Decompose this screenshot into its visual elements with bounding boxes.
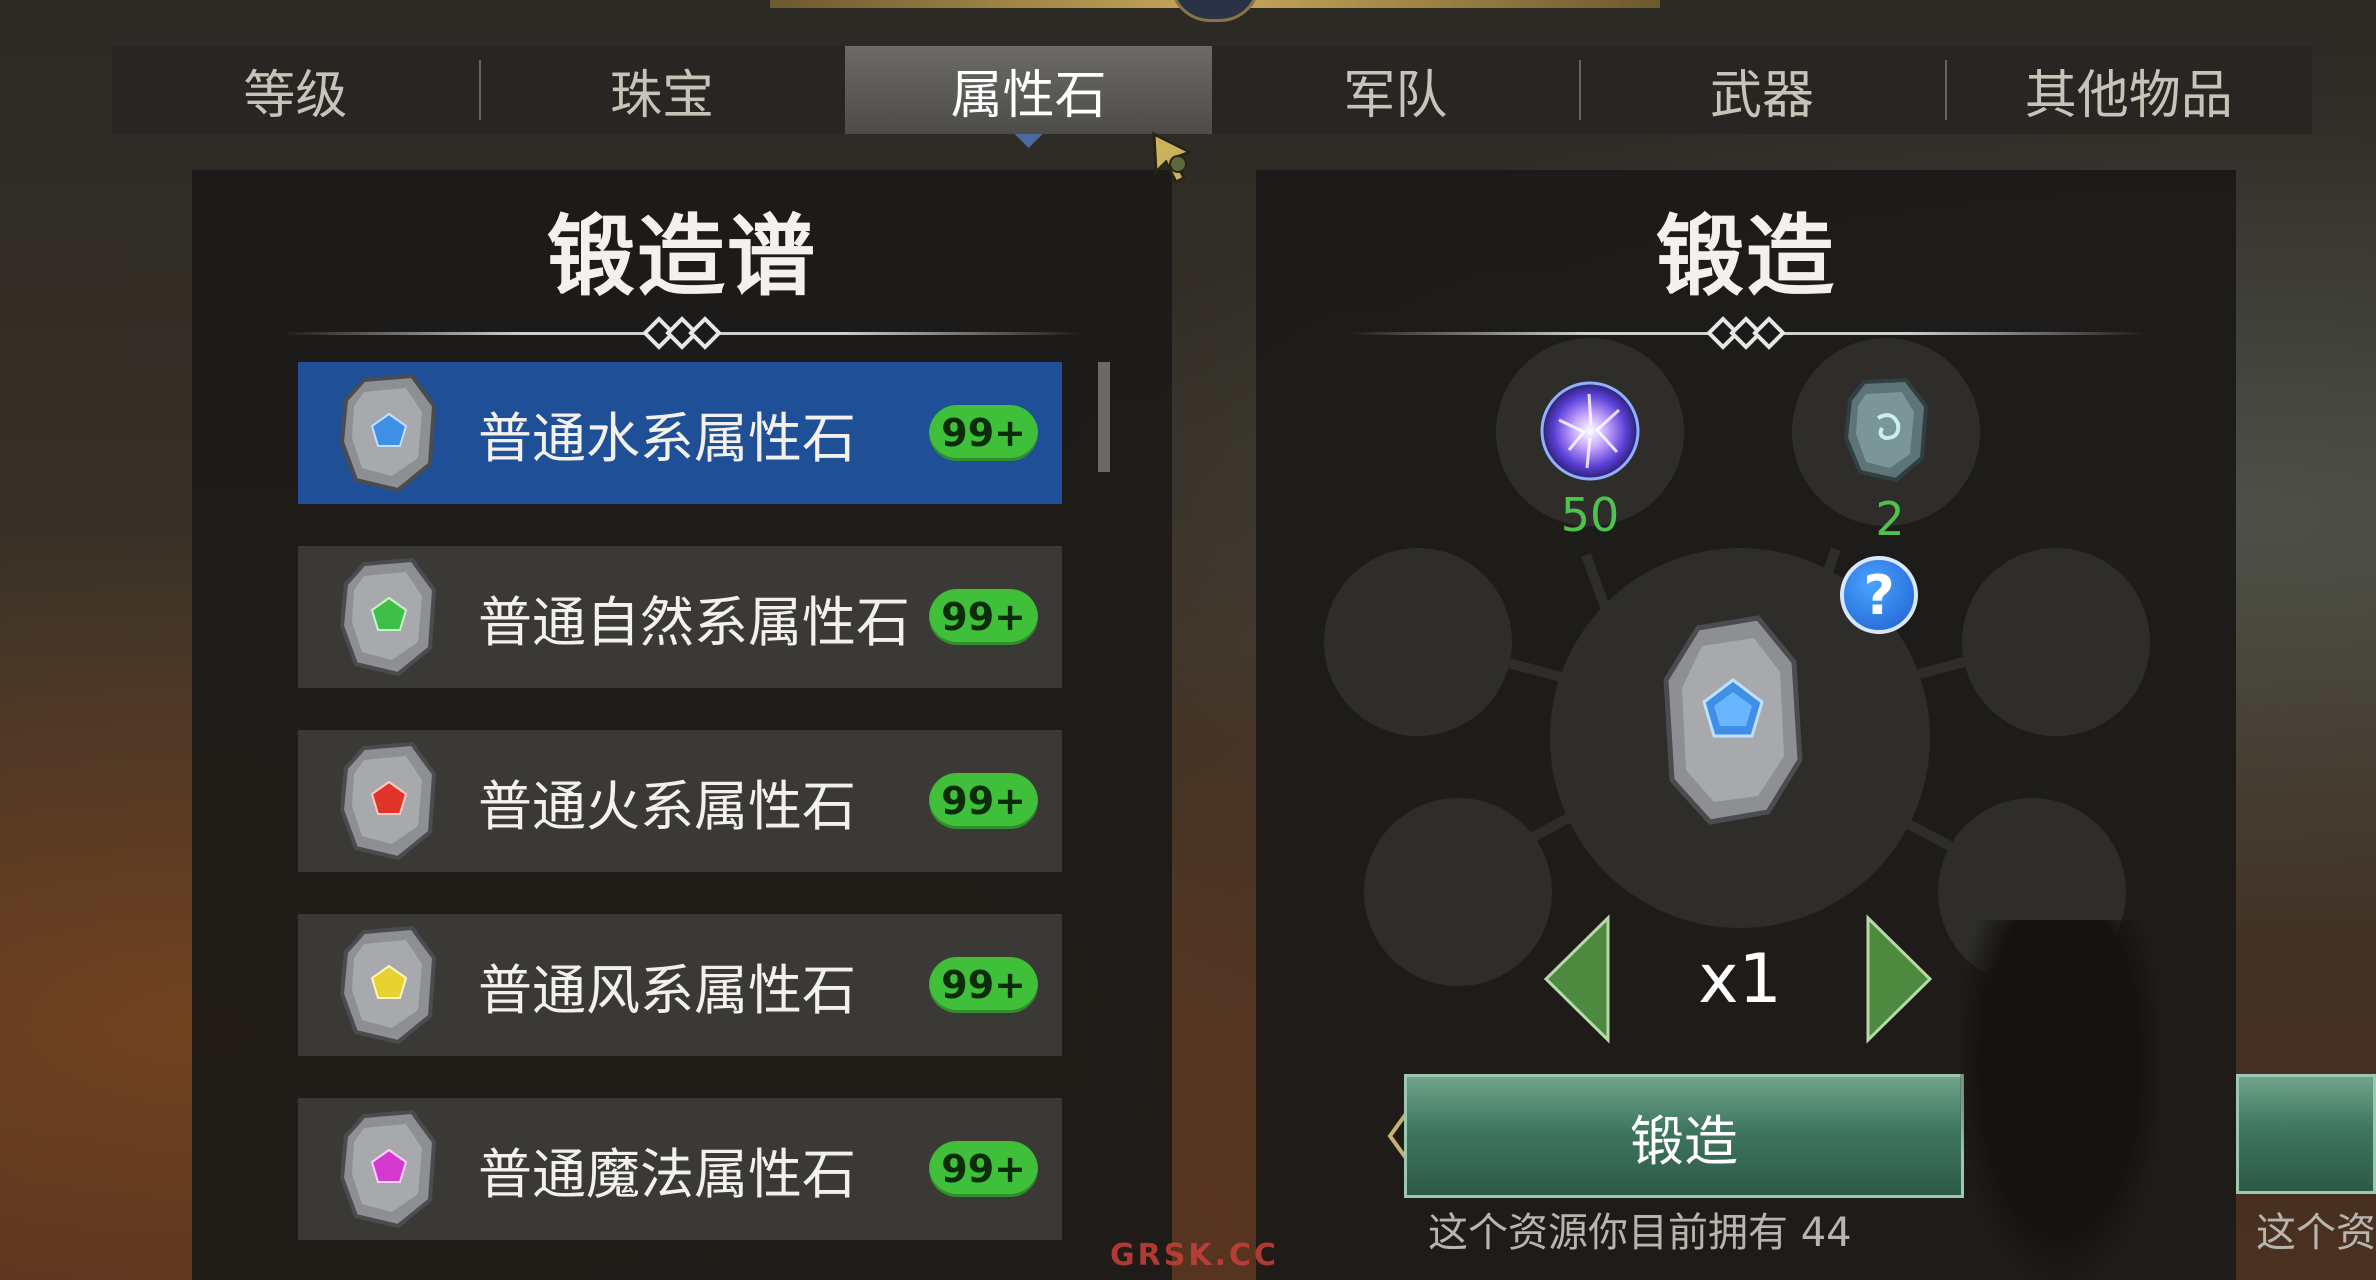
ingredient-count: 50 — [1560, 488, 1620, 542]
recipe-item[interactable]: 普通风系属性石 99+ — [298, 914, 1062, 1056]
count-badge: 99+ — [929, 1141, 1038, 1197]
recipe-panel-title: 锻造谱 — [546, 205, 817, 308]
title-divider — [1346, 308, 2146, 358]
forge-panel-title: 锻造 — [1655, 205, 1836, 308]
recipe-item[interactable]: 普通自然系属性石 99+ — [298, 546, 1062, 688]
quantity-display: x1 — [1698, 940, 1782, 1019]
ingredient-slot[interactable] — [1324, 548, 1512, 736]
forge-button[interactable]: 锻造 — [1404, 1074, 1964, 1198]
recipe-list-scrollbar[interactable] — [1098, 362, 1110, 472]
partial-owned-text: 这个资源 — [2256, 1210, 2376, 1256]
ingredient-slot[interactable] — [1962, 548, 2150, 736]
tab-label: 武器 — [1710, 65, 1815, 126]
tab-army[interactable]: 军队 — [1212, 46, 1579, 134]
tab-label: 军队 — [1343, 65, 1448, 126]
recipe-panel: 锻造谱 普通水系属性石 99+ 普通自然系属性石 99+ 普通火系属性石 99+… — [192, 170, 1172, 1280]
tab-weapon[interactable]: 武器 — [1578, 46, 1946, 134]
fire-stone-icon — [339, 741, 437, 861]
increase-arrow-icon[interactable] — [1864, 914, 1934, 1044]
tab-label: 其他物品 — [2024, 65, 2233, 126]
energy-orb-icon — [1540, 381, 1640, 481]
owned-resource-text: 这个资源你目前拥有 44 — [1428, 1210, 1852, 1256]
recipe-list: 普通水系属性石 99+ 普通自然系属性石 99+ 普通火系属性石 99+ 普通风… — [298, 362, 1062, 1280]
diamond-ornament-icon — [1706, 316, 1786, 350]
partial-forge-button[interactable] — [2236, 1074, 2376, 1194]
recipe-item[interactable]: 普通水系属性石 99+ — [298, 362, 1062, 504]
tab-label: 属性石 — [950, 65, 1107, 126]
count-badge: 99+ — [929, 405, 1038, 461]
raw-stone-icon — [1843, 377, 1929, 483]
decrease-arrow-icon[interactable] — [1542, 914, 1612, 1044]
ingredient-count: 2 — [1875, 492, 1905, 546]
tab-other-items[interactable]: 其他物品 — [1945, 46, 2312, 134]
water-stone-icon — [339, 373, 437, 493]
recipe-item[interactable]: 普通魔法属性石 99+ — [298, 1098, 1062, 1240]
count-badge: 99+ — [929, 957, 1038, 1013]
count-badge: 99+ — [929, 773, 1038, 829]
nature-stone-icon — [339, 557, 437, 677]
water-stone-result-icon — [1663, 615, 1803, 825]
tab-jewelry[interactable]: 珠宝 — [478, 46, 846, 134]
watermark: GRSK.CC — [1110, 1238, 1280, 1273]
tab-attribute-stone[interactable]: 属性石 — [845, 46, 1213, 148]
title-divider — [282, 308, 1082, 358]
help-button[interactable]: ? — [1840, 556, 1918, 634]
category-tabs: 等级 珠宝 属性石 军队 武器 其他物品 — [112, 46, 2312, 148]
ingredient-slot[interactable] — [1364, 798, 1552, 986]
cursor-icon — [1152, 131, 1194, 184]
tab-level[interactable]: 等级 — [112, 46, 479, 134]
wind-stone-icon — [339, 925, 437, 1045]
magic-stone-icon — [339, 1109, 437, 1229]
smoke-effect — [1960, 920, 2160, 1280]
tab-label: 等级 — [243, 65, 348, 126]
tab-label: 珠宝 — [610, 65, 715, 126]
recipe-item[interactable]: 普通火系属性石 99+ — [298, 730, 1062, 872]
diamond-ornament-icon — [642, 316, 722, 350]
count-badge: 99+ — [929, 589, 1038, 645]
